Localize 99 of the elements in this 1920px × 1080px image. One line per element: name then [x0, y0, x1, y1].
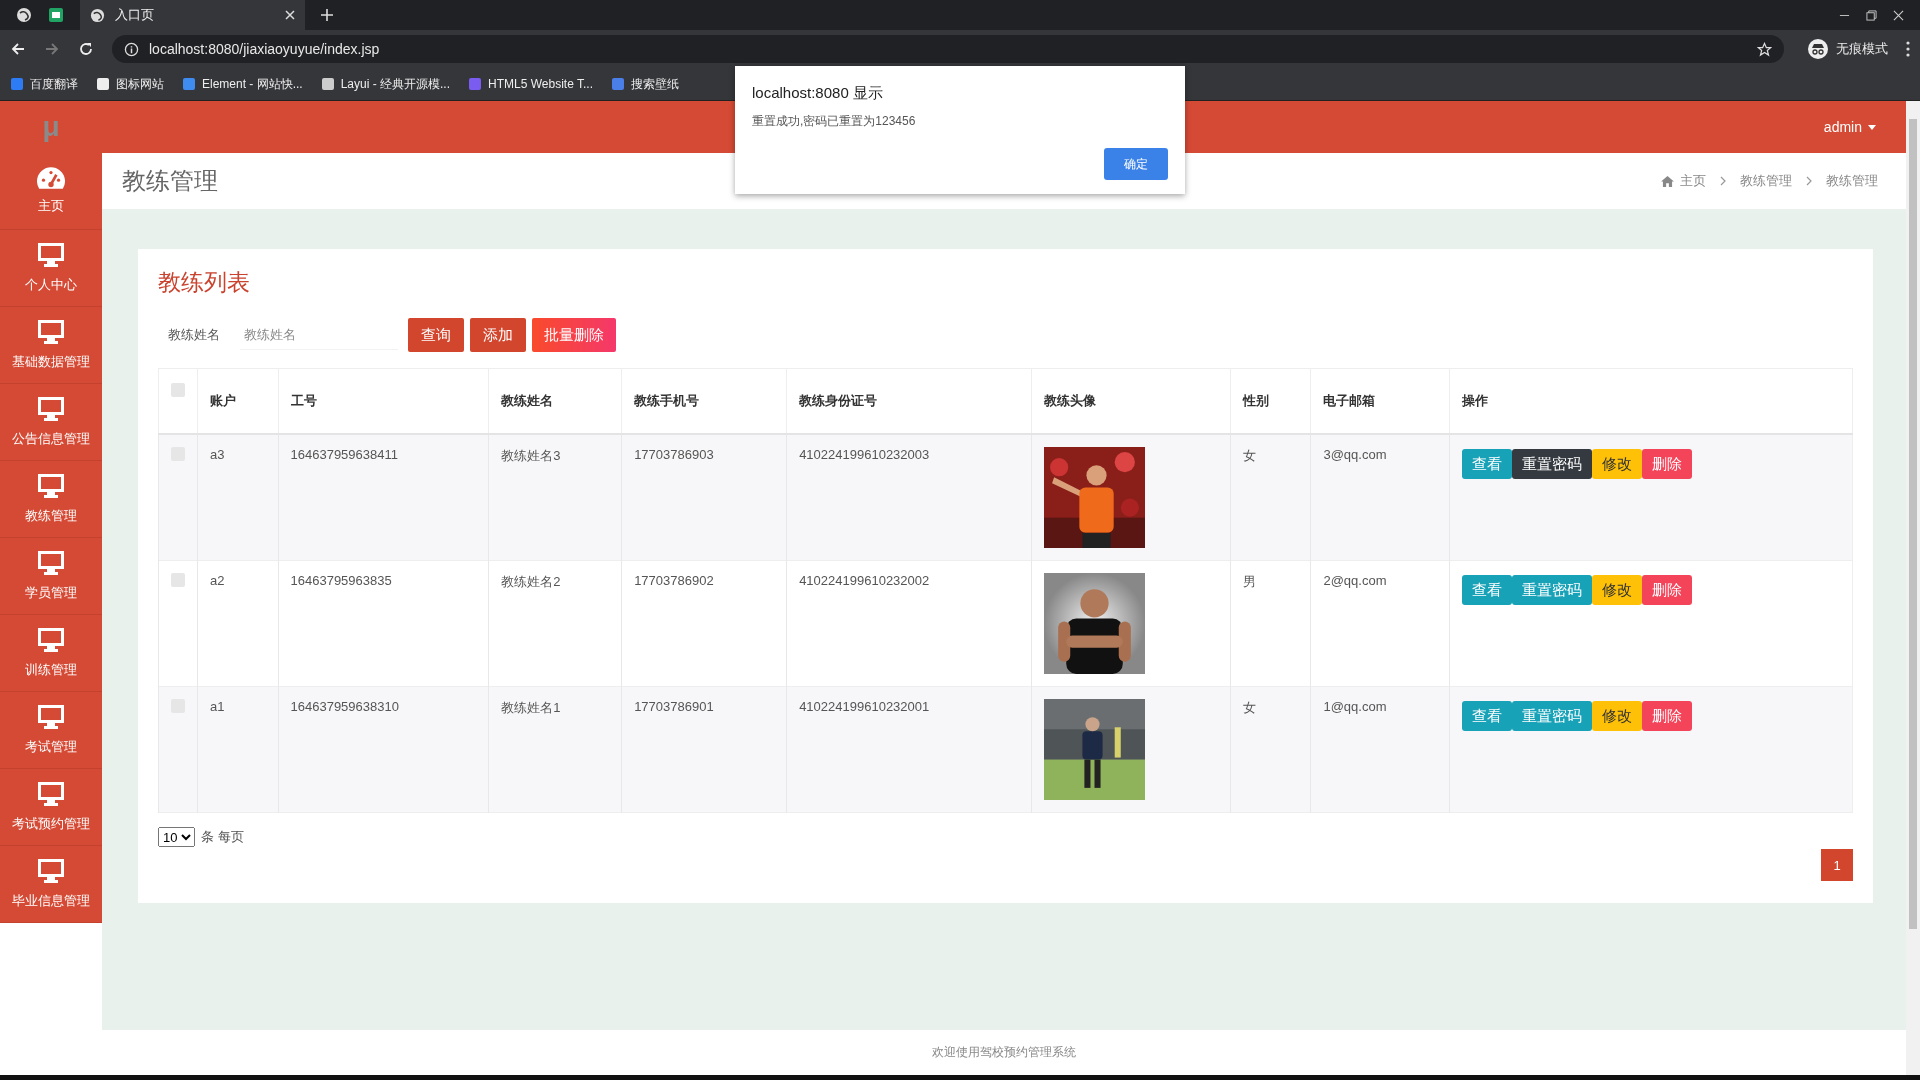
edit-button[interactable]: 修改	[1592, 701, 1643, 731]
view-button[interactable]: 查看	[1462, 449, 1513, 479]
table-cell: 教练姓名3	[501, 448, 561, 463]
footer-text: 欢迎使用驾校预约管理系统	[102, 1030, 1906, 1075]
bookmark[interactable]: 百度翻译	[10, 75, 78, 93]
monitor-icon	[37, 319, 65, 345]
bookmark-icon	[182, 77, 196, 91]
bookmark-icon	[611, 77, 625, 91]
incognito-button[interactable]: 无痕模式	[1808, 39, 1888, 59]
page-title: 教练管理	[122, 166, 218, 196]
reset-password-button[interactable]: 重置密码	[1512, 701, 1593, 731]
delete-button[interactable]: 删除	[1642, 701, 1693, 731]
user-menu[interactable]: admin	[1823, 119, 1876, 135]
table-cell: 女	[1242, 700, 1256, 715]
bookmark[interactable]: Layui - 经典开源模...	[320, 75, 451, 93]
table-cell: 164637959638411	[290, 447, 398, 462]
reset-password-button[interactable]: 重置密码	[1512, 449, 1593, 479]
address-bar[interactable]: localhost:8080/jiaxiaoyuyue/index.jsp	[112, 35, 1784, 63]
reload-icon[interactable]	[78, 41, 94, 57]
view-button[interactable]: 查看	[1462, 701, 1513, 731]
table-cell: 男	[1242, 574, 1256, 589]
bookmark[interactable]: 图标网站	[96, 75, 164, 93]
breadcrumb-link[interactable]: 教练管理	[1826, 172, 1878, 190]
bookmark-icon	[468, 77, 483, 91]
close-icon[interactable]	[285, 10, 295, 20]
back-icon[interactable]	[10, 41, 26, 57]
delete-button[interactable]: 删除	[1642, 449, 1693, 479]
monitor-icon	[37, 704, 65, 730]
table-cell: a1	[210, 699, 225, 714]
forward-icon[interactable]	[44, 41, 60, 57]
view-button[interactable]: 查看	[1462, 575, 1513, 605]
scrollbar[interactable]	[1906, 101, 1920, 1075]
tab-title: 入口页	[115, 6, 155, 24]
bookmark[interactable]: 搜索壁纸	[611, 75, 679, 93]
bookmark-icon	[320, 77, 335, 91]
batch-delete-button[interactable]: 批量删除	[532, 318, 616, 352]
more-icon[interactable]	[1906, 41, 1910, 57]
table-cell: 女	[1242, 448, 1256, 463]
dialog-message: 重置成功,密码已重置为123456	[752, 113, 917, 130]
monitor-icon	[37, 396, 65, 422]
caret-icon	[1868, 124, 1876, 130]
bookmark[interactable]: Element - 网站快...	[182, 75, 303, 93]
monitor-icon	[37, 858, 65, 884]
table-cell: 1@qq.com	[1323, 699, 1387, 714]
table-cell: 2@qq.com	[1323, 573, 1387, 588]
page-button[interactable]: 1	[1821, 849, 1853, 881]
dialog-title: localhost:8080 显示	[752, 84, 884, 103]
info-icon	[124, 41, 139, 57]
chevron-icon	[1806, 176, 1812, 186]
panel-title: 教练列表	[158, 268, 251, 297]
star-icon[interactable]	[1757, 41, 1772, 57]
table-cell: 16463795963835	[290, 573, 392, 588]
table-cell: a2	[210, 573, 225, 588]
row-checkbox[interactable]	[171, 573, 185, 587]
breadcrumb-link[interactable]: 主页	[1661, 172, 1706, 190]
table-cell: a3	[210, 447, 225, 462]
monitor-icon	[37, 627, 65, 653]
new-tab-icon[interactable]	[321, 9, 333, 21]
bookmark-icon	[10, 77, 24, 91]
logo: μ	[41, 110, 61, 144]
monitor-icon	[37, 242, 65, 268]
add-button[interactable]: 添加	[470, 318, 526, 352]
table-cell: 410224199610232002	[799, 573, 930, 588]
edit-button[interactable]: 修改	[1592, 449, 1643, 479]
monitor-icon	[37, 781, 65, 807]
restore-icon[interactable]	[1866, 9, 1877, 21]
table-cell: 17703786901	[634, 699, 714, 714]
spreadsheet-icon[interactable]	[48, 7, 64, 23]
field-label: 教练姓名	[168, 326, 221, 344]
bookmark[interactable]: HTML5 Website T...	[468, 77, 593, 91]
incognito-icon	[1808, 39, 1828, 59]
reset-password-button[interactable]: 重置密码	[1512, 575, 1593, 605]
close-icon[interactable]	[1893, 9, 1904, 21]
table-cell: 164637959638310	[290, 699, 399, 714]
table-cell: 教练姓名2	[501, 574, 561, 589]
monitor-icon	[37, 550, 65, 576]
table-cell: 17703786903	[634, 447, 714, 462]
table-cell: 410224199610232001	[799, 699, 930, 714]
search-button[interactable]: 查询	[408, 318, 464, 352]
url-text: localhost:8080/jiaxiaoyuyue/index.jsp	[149, 41, 380, 57]
globe-icon[interactable]	[16, 7, 32, 23]
browser-tab[interactable]: 入口页	[80, 0, 305, 30]
select-all-checkbox[interactable]	[171, 383, 185, 397]
globe-icon	[90, 7, 105, 23]
edit-button[interactable]: 修改	[1592, 575, 1643, 605]
page-size-select[interactable]: 10	[158, 827, 195, 847]
home-icon	[1661, 175, 1674, 187]
monitor-icon	[37, 473, 65, 499]
page-size-label: 条 每页	[201, 828, 244, 846]
table-cell: 3@qq.com	[1323, 447, 1387, 462]
bookmark-icon	[96, 77, 110, 91]
breadcrumb-link[interactable]: 教练管理	[1740, 172, 1792, 190]
table-cell: 410224199610232003	[799, 447, 930, 462]
ok-button[interactable]: 确定	[1104, 148, 1168, 180]
delete-button[interactable]: 删除	[1642, 575, 1693, 605]
chevron-icon	[1720, 176, 1726, 186]
table-cell: 教练姓名1	[501, 700, 561, 715]
table-cell: 17703786902	[634, 573, 714, 588]
gauge-icon	[37, 167, 65, 189]
